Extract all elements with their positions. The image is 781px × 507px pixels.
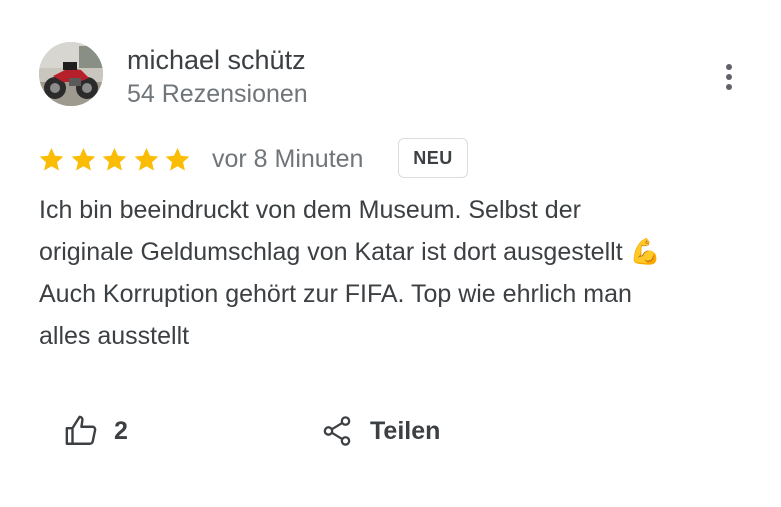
motorcycle-avatar-image — [39, 42, 103, 106]
share-icon — [323, 416, 351, 446]
review-text-line: Auch Korruption gehört zur FIFA. Top wie… — [39, 280, 632, 308]
share-button[interactable]: Teilen — [320, 408, 440, 454]
star-icon — [133, 142, 165, 176]
star-icon — [70, 142, 102, 176]
star-rating — [38, 142, 196, 176]
new-badge: NEU — [398, 138, 468, 178]
review-time: vor 8 Minuten — [212, 145, 364, 173]
review-text-line: originale Geldumschlag von Katar ist dor… — [39, 238, 661, 266]
reviewer-name[interactable]: michael schütz — [127, 44, 306, 76]
more-options-button[interactable] — [712, 60, 746, 94]
review-text: Ich bin beeindruckt von dem Museum. Selb… — [39, 189, 749, 357]
like-button[interactable]: 2 — [64, 408, 128, 454]
avatar[interactable] — [39, 42, 103, 106]
star-icon — [101, 142, 133, 176]
thumbs-up-icon — [65, 415, 97, 445]
share-label: Teilen — [370, 416, 441, 445]
review-text-line: Ich bin beeindruckt von dem Museum. Selb… — [39, 196, 581, 224]
reviewer-review-count[interactable]: 54 Rezensionen — [127, 78, 308, 110]
star-icon — [164, 142, 196, 176]
like-count: 2 — [114, 416, 128, 445]
more-vert-icon — [726, 64, 732, 90]
star-icon — [38, 142, 70, 176]
review-text-line: alles ausstellt — [39, 322, 190, 350]
